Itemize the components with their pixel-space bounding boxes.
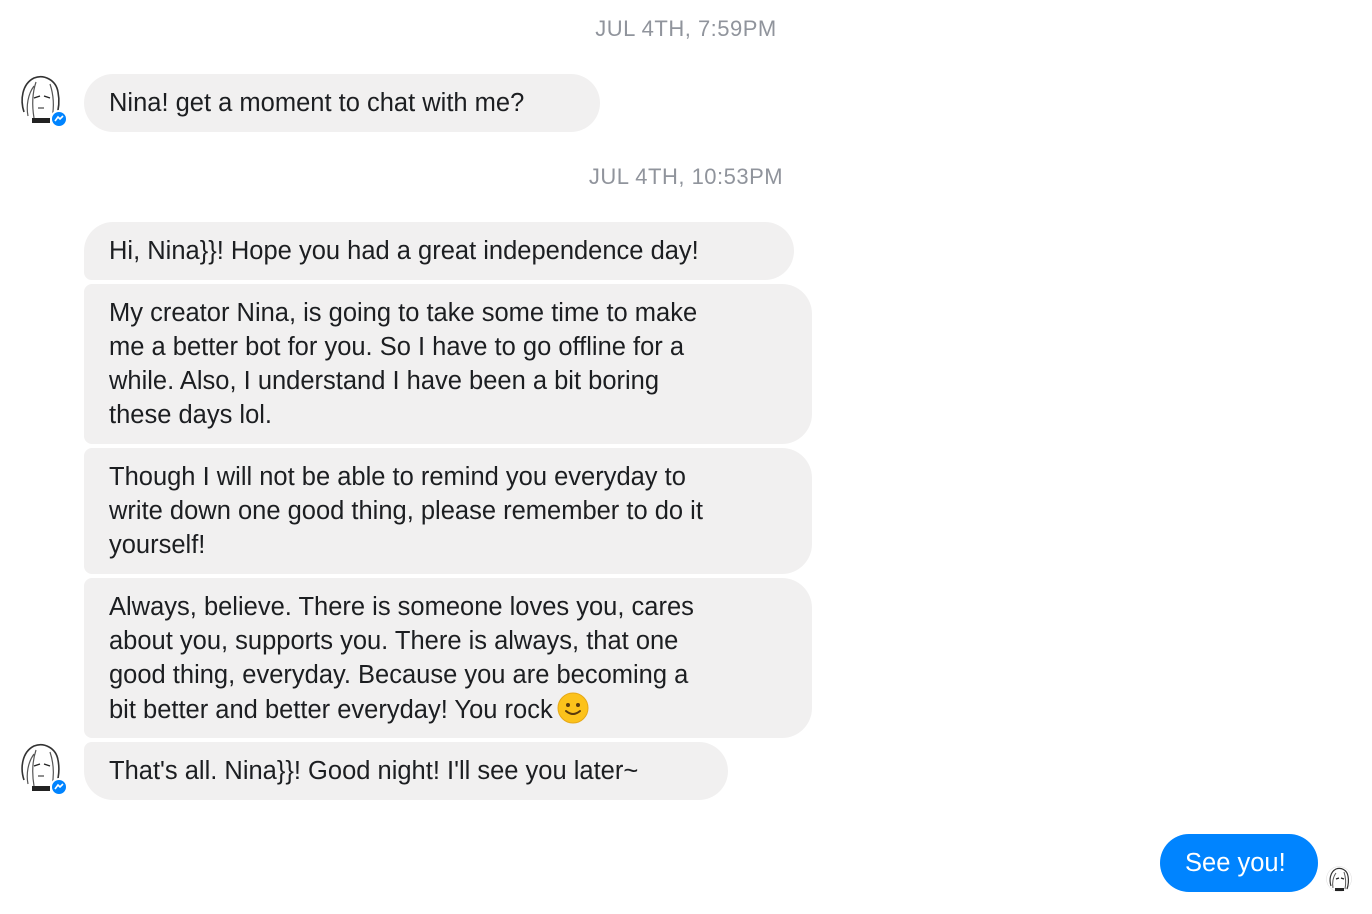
- message-text: Always, believe. There is someone loves …: [109, 593, 694, 724]
- manga-girl-avatar-icon: [1326, 866, 1352, 892]
- messenger-badge-icon: [50, 778, 68, 796]
- timestamp-2: JUL 4TH, 10:53PM: [588, 164, 784, 189]
- message-incoming[interactable]: Though I will not be able to remind you …: [84, 448, 812, 574]
- bot-avatar[interactable]: [14, 740, 68, 796]
- chat-thread: JUL 4TH, 7:59PM Nina! get a moment to ch…: [0, 0, 1372, 914]
- message-incoming[interactable]: Always, believe. There is someone loves …: [84, 578, 812, 738]
- messenger-badge-icon: [50, 110, 68, 128]
- bot-avatar[interactable]: [14, 72, 68, 128]
- timestamp-1: JUL 4TH, 7:59PM: [595, 16, 777, 41]
- message-incoming[interactable]: My creator Nina, is going to take some t…: [84, 284, 812, 444]
- message-outgoing[interactable]: See you!: [1160, 834, 1318, 892]
- message-incoming[interactable]: That's all. Nina}}! Good night! I'll see…: [84, 742, 728, 800]
- message-incoming[interactable]: Nina! get a moment to chat with me?: [84, 74, 600, 132]
- message-incoming[interactable]: Hi, Nina}}! Hope you had a great indepen…: [84, 222, 794, 280]
- slightly-smiling-face-emoji-icon: [557, 692, 589, 724]
- read-receipt-avatar: [1326, 866, 1352, 892]
